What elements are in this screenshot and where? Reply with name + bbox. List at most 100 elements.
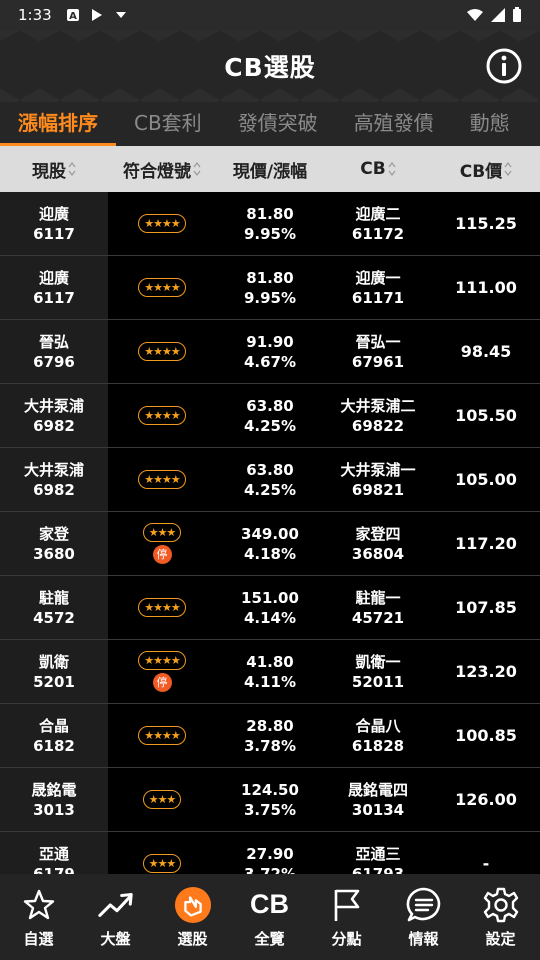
- gear-icon: [482, 886, 520, 924]
- nav-settings[interactable]: 設定: [462, 874, 539, 960]
- download-icon: [115, 12, 126, 18]
- cb-cell[interactable]: 合晶八 61828: [324, 704, 432, 767]
- stock-cell[interactable]: 大井泵浦 6982: [0, 384, 108, 447]
- table-header: 現股 符合燈號 現價/漲幅 CB CB價: [0, 146, 540, 192]
- table-row[interactable]: 家登 3680 ★★★ 停 349.00 4.18% 家登四 36804 117.20: [0, 512, 540, 576]
- cb-cell[interactable]: 晉弘一 67961: [324, 320, 432, 383]
- cb-cell[interactable]: 迎廣一 61171: [324, 256, 432, 319]
- cb-code: 67961: [351, 352, 405, 371]
- nav-label: 設定: [485, 929, 516, 948]
- cb-price: 111.00: [455, 277, 517, 297]
- cb-name: 大井泵浦一: [340, 460, 416, 479]
- cb-price: 105.00: [455, 469, 517, 489]
- cb-code: 45721: [351, 608, 405, 627]
- stock-cell[interactable]: 合晶 6182: [0, 704, 108, 767]
- stock-change: 4.18%: [243, 544, 297, 563]
- cb-code: 69822: [351, 416, 405, 435]
- cb-cell[interactable]: 大井泵浦一 69821: [324, 448, 432, 511]
- notification-a-icon: A: [66, 9, 79, 22]
- column-price-change-label: 現價/漲幅: [232, 161, 308, 182]
- stock-price: 81.80: [246, 204, 294, 223]
- info-icon[interactable]: [485, 47, 523, 85]
- signal-cell: ★★★★: [108, 320, 216, 383]
- table-row[interactable]: 凱衛 5201 ★★★★ 停 41.80 4.11% 凱衛一 52011 123.20: [0, 640, 540, 704]
- stock-code: 6796: [33, 352, 75, 371]
- cb-price-cell: 117.20: [432, 512, 540, 575]
- tab-high-yield[interactable]: 高殖發債: [336, 102, 452, 146]
- stock-name: 晟銘電: [31, 780, 77, 799]
- column-cb-price[interactable]: CB價: [432, 146, 540, 192]
- table-row[interactable]: 晉弘 6796 ★★★★ 91.90 4.67% 晉弘一 67961 98.45: [0, 320, 540, 384]
- stock-code: 5201: [33, 672, 75, 691]
- column-signal[interactable]: 符合燈號: [108, 146, 216, 192]
- sort-icon: [388, 162, 396, 176]
- column-cb-label: CB: [360, 159, 386, 179]
- cb-code: 69821: [351, 480, 405, 499]
- column-stock[interactable]: 現股: [0, 146, 108, 192]
- table-row[interactable]: 迎廣 6117 ★★★★ 81.80 9.95% 迎廣一 61171 111.00: [0, 256, 540, 320]
- stock-cell[interactable]: 駐龍 4572: [0, 576, 108, 639]
- app-header: CB選股: [0, 30, 540, 102]
- nav-intel[interactable]: 情報: [385, 874, 462, 960]
- signal-cell: ★★★★ 停: [108, 640, 216, 703]
- tab-dynamic[interactable]: 動態: [452, 102, 528, 146]
- tab-issue-breakout[interactable]: 發債突破: [220, 102, 336, 146]
- stock-cell[interactable]: 亞通 6179: [0, 832, 108, 874]
- table-row[interactable]: 大井泵浦 6982 ★★★★ 63.80 4.25% 大井泵浦二 69822 105.50: [0, 384, 540, 448]
- cb-price-cell: 105.50: [432, 384, 540, 447]
- stock-cell[interactable]: 家登 3680: [0, 512, 108, 575]
- pick-stock-icon: [174, 886, 212, 924]
- stock-name: 晉弘: [38, 332, 69, 351]
- table-row[interactable]: 大井泵浦 6982 ★★★★ 63.80 4.25% 大井泵浦一 69821 105.00: [0, 448, 540, 512]
- tab-gain-ranking[interactable]: 漲幅排序: [0, 102, 116, 146]
- stock-price: 63.80: [246, 460, 294, 479]
- signal-stars: ★★★★: [138, 214, 186, 233]
- cb-code: 30134: [351, 800, 405, 819]
- stock-cell[interactable]: 大井泵浦 6982: [0, 448, 108, 511]
- nav-stock-pick[interactable]: 選股: [154, 874, 231, 960]
- svg-text:A: A: [69, 11, 77, 22]
- stock-price: 91.90: [246, 332, 294, 351]
- stock-code: 6117: [33, 224, 75, 243]
- cb-cell[interactable]: 亞通三 61793: [324, 832, 432, 875]
- table-row[interactable]: 亞通 6179 ★★★ 27.90 3.72% 亞通三 61793-: [0, 832, 540, 874]
- nav-cb-overview[interactable]: CB 全覽: [231, 874, 308, 960]
- nav-market[interactable]: 大盤: [77, 874, 154, 960]
- column-price-change[interactable]: 現價/漲幅: [216, 146, 324, 192]
- stock-price: 27.90: [246, 844, 294, 863]
- cb-cell[interactable]: 凱衛一 52011: [324, 640, 432, 703]
- stock-cell[interactable]: 迎廣 6117: [0, 192, 108, 255]
- table-row[interactable]: 迎廣 6117 ★★★★ 81.80 9.95% 迎廣二 61172 115.25: [0, 192, 540, 256]
- table-row[interactable]: 合晶 6182 ★★★★ 28.80 3.78% 合晶八 61828 100.85: [0, 704, 540, 768]
- cb-price-cell: 98.45: [432, 320, 540, 383]
- stock-change: 4.11%: [243, 672, 297, 691]
- stock-change: 4.25%: [243, 480, 297, 499]
- table-row[interactable]: 駐龍 4572 ★★★★ 151.00 4.14% 駐龍一 45721 107.85: [0, 576, 540, 640]
- stock-price: 41.80: [246, 652, 294, 671]
- cb-name: 合晶八: [355, 716, 401, 735]
- nav-watchlist[interactable]: 自選: [0, 874, 77, 960]
- signal-stars: ★★★: [142, 790, 182, 809]
- cb-cell[interactable]: 晟銘電四 30134: [324, 768, 432, 831]
- cb-cell[interactable]: 家登四 36804: [324, 512, 432, 575]
- cb-price: 107.85: [455, 597, 517, 617]
- nav-branch[interactable]: 分點: [308, 874, 385, 960]
- stock-cell[interactable]: 迎廣 6117: [0, 256, 108, 319]
- cb-cell[interactable]: 大井泵浦二 69822: [324, 384, 432, 447]
- signal-stars: ★★★★: [138, 278, 186, 297]
- signal-cell: ★★★: [108, 768, 216, 831]
- signal-stars: ★★★: [142, 523, 182, 542]
- cb-cell[interactable]: 迎廣二 61172: [324, 192, 432, 255]
- cb-code: 36804: [351, 544, 405, 563]
- column-cb[interactable]: CB: [324, 146, 432, 192]
- stock-cell[interactable]: 凱衛 5201: [0, 640, 108, 703]
- table-row[interactable]: 晟銘電 3013 ★★★ 124.50 3.75% 晟銘電四 30134 126.00: [0, 768, 540, 832]
- price-cell: 63.80 4.25%: [216, 384, 324, 447]
- tab-cb-arbitrage[interactable]: CB套利: [116, 102, 220, 146]
- stock-name: 大井泵浦: [23, 460, 84, 479]
- stock-cell[interactable]: 晉弘 6796: [0, 320, 108, 383]
- stock-list: 迎廣 6117 ★★★★ 81.80 9.95% 迎廣二 61172 115.25 迎廣 6117…: [0, 192, 540, 874]
- stock-cell[interactable]: 晟銘電 3013: [0, 768, 108, 831]
- stock-price: 349.00: [241, 524, 299, 543]
- cb-cell[interactable]: 駐龍一 45721: [324, 576, 432, 639]
